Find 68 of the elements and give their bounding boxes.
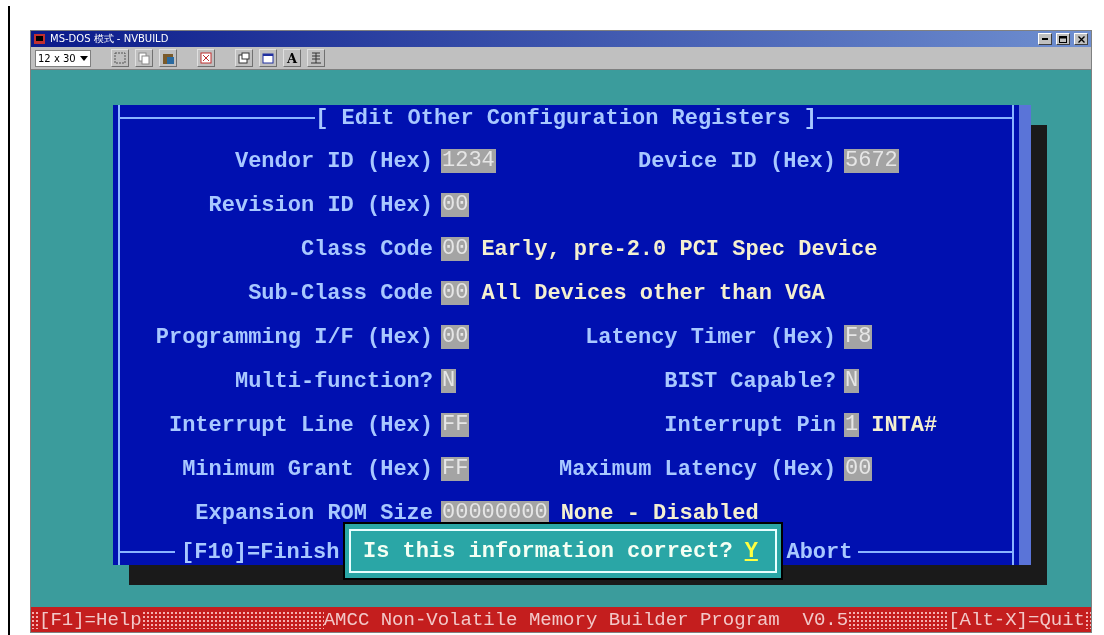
field-value[interactable]: 00 [441,281,470,305]
field-value[interactable]: 1234 [441,149,496,173]
field-value[interactable]: N [844,369,860,393]
field-label: Interrupt Line (Hex) [167,412,433,438]
field-description: All Devices other than VGA [481,280,825,306]
quit-hint: [Alt-X]=Quit [948,608,1085,631]
maximize-icon [1059,35,1067,43]
field-label: Device ID (Hex) [636,148,836,174]
field-label: Latency Timer (Hex) [584,324,836,350]
field-value[interactable]: F8 [844,325,873,349]
mark-button[interactable] [111,49,129,67]
field-value[interactable]: 00 [844,457,873,481]
copy-icon [137,51,151,65]
field-label: Revision ID (Hex) [207,192,433,218]
font-size-dropdown[interactable]: 12 x 30 [35,49,91,67]
field-description: INTA# [871,412,938,438]
field-label: Programming I/F (Hex) [154,324,433,350]
mark-icon [113,51,127,65]
field-label: Vendor ID (Hex) [233,148,433,174]
properties-button[interactable] [235,49,253,67]
field-value[interactable]: 00 [441,193,470,217]
field-label: Minimum Grant (Hex) [181,456,433,482]
finish-hint: [F10]=Finish [181,539,340,565]
minimize-button[interactable] [1038,33,1052,45]
close-button[interactable] [1074,33,1088,45]
field-value[interactable]: 5672 [844,149,899,173]
window-icon [261,51,275,65]
dotted-fill [1085,610,1091,629]
background-icon [309,51,323,65]
app-icon [34,33,46,45]
field-label: Class Code [299,236,433,262]
field-label: Interrupt Pin [663,412,836,438]
close-icon [1077,35,1085,43]
help-hint: [F1]=Help [39,608,142,631]
answer-input[interactable]: Y [744,538,758,564]
field-value[interactable]: N [441,369,457,393]
field-value[interactable]: 1 [844,413,860,437]
maximize-button[interactable] [1056,33,1070,45]
fullscreen-icon [199,51,213,65]
copy-button[interactable] [135,49,153,67]
paste-button[interactable] [159,49,177,67]
field-label: Expansion ROM Size [194,500,433,526]
background-button[interactable] [307,49,325,67]
confirm-question: Is this information correct? [363,538,733,564]
window-title: MS-DOS 模式 - NVBUILD [50,32,170,46]
field-label: Sub-Class Code [247,280,433,306]
font-size-value: 12 x 30 [38,52,76,64]
field-label: Multi-function? [233,368,433,394]
program-title: AMCC Non-Volatile Memory Builder Program V0.5 [323,608,849,631]
properties-icon [237,51,251,65]
window-button[interactable] [259,49,277,67]
field-value[interactable]: 00 [441,237,470,261]
field-description: None - Disabled [560,500,759,526]
field-value[interactable]: 00000000 [441,501,549,525]
dialog-title: [ Edit Other Configuration Registers ] [315,105,817,131]
fullscreen-button[interactable] [197,49,215,67]
dotted-fill [31,610,39,629]
abort-hint: Abort [786,539,853,565]
font-button[interactable]: A [283,49,301,67]
caret-icon [80,55,88,61]
minimize-icon [1042,38,1048,40]
field-value[interactable]: FF [441,457,470,481]
field-label: Maximum Latency (Hex) [559,456,836,482]
paste-icon [161,51,175,65]
field-value[interactable]: FF [441,413,470,437]
field-value[interactable]: 00 [441,325,470,349]
field-description: Early, pre-2.0 PCI Spec Device [481,236,878,262]
field-label: BIST Capable? [663,368,836,394]
